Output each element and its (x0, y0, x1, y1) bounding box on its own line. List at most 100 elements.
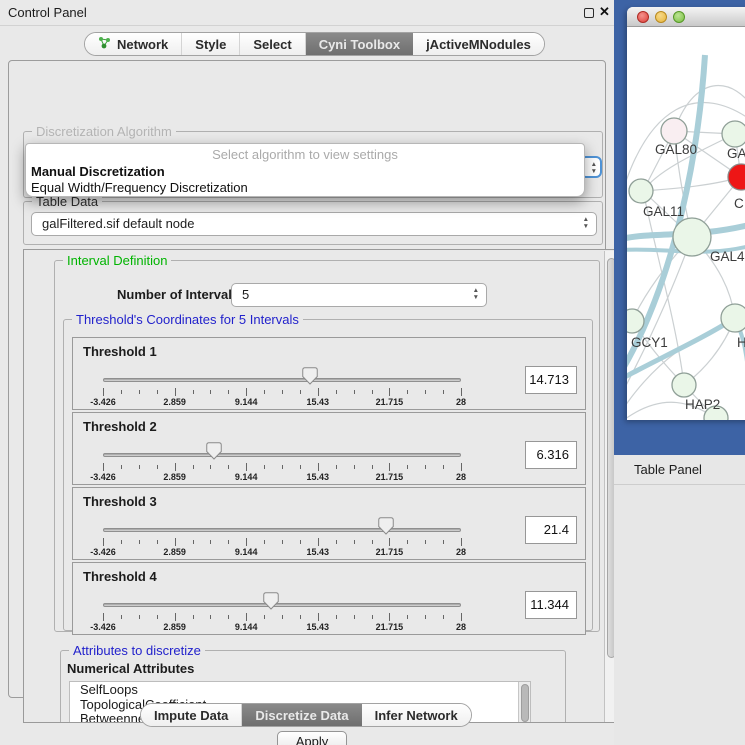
tick-mark (443, 540, 444, 544)
tick-mark (354, 540, 355, 544)
tick-mark (372, 465, 373, 469)
network-canvas[interactable]: GAL80GACGAL11GAL4GCY1HHAP2 (627, 27, 745, 420)
tick-mark (210, 390, 211, 394)
network-node-label: HAP2 (685, 397, 720, 412)
dropdown-option-manual-discretization[interactable]: Manual Discretization (31, 164, 165, 179)
network-node[interactable] (728, 164, 745, 190)
control-panel-titlebar: Control Panel ✕ (0, 0, 614, 26)
table-data-combobox[interactable]: galFiltered.sif default node ▲▼ (31, 212, 597, 236)
slider-thumb[interactable] (302, 367, 318, 385)
numerical-attributes-heading: Numerical Attributes (67, 661, 194, 676)
network-node[interactable] (661, 118, 687, 144)
tick-label: 28 (456, 622, 466, 632)
close-traffic-light-icon[interactable] (637, 11, 649, 23)
tick-mark (372, 540, 373, 544)
network-node-label: GCY1 (631, 335, 668, 350)
tick-mark (103, 613, 104, 621)
attribute-list-item[interactable]: SelfLoops (70, 682, 530, 697)
tick-label: -3.426 (90, 547, 116, 557)
tick-mark (175, 613, 176, 621)
tick-label: 2.859 (163, 397, 186, 407)
tick-mark (354, 465, 355, 469)
network-node[interactable] (722, 121, 745, 147)
network-node[interactable] (673, 218, 711, 256)
dropdown-option-equal-width-frequency[interactable]: Equal Width/Frequency Discretization (31, 180, 248, 195)
network-node-label: GAL4 (710, 249, 745, 264)
threshold-value-field[interactable]: 21.4 (525, 516, 577, 544)
minimize-traffic-light-icon[interactable] (655, 11, 667, 23)
tab-network-label: Network (117, 37, 168, 52)
tick-mark (389, 613, 390, 621)
tick-mark (157, 540, 158, 544)
tick-mark (175, 538, 176, 546)
tick-label: 15.43 (307, 397, 330, 407)
slider-thumb[interactable] (206, 442, 222, 460)
tab-infer-network[interactable]: Infer Network (362, 704, 471, 726)
dropdown-prompt: Select algorithm to view settings (26, 147, 584, 162)
window-title: Control Panel (8, 5, 87, 20)
tick-mark (282, 390, 283, 394)
zoom-traffic-light-icon[interactable] (673, 11, 685, 23)
network-node[interactable] (629, 179, 653, 203)
tab-select[interactable]: Select (240, 33, 305, 55)
tab-impute-data[interactable]: Impute Data (141, 704, 242, 726)
slider-thumb[interactable] (378, 517, 394, 535)
tick-mark (354, 390, 355, 394)
tick-mark (228, 465, 229, 469)
tab-discretize-data-label: Discretize Data (255, 708, 348, 723)
attributes-list-scrollbar-thumb[interactable] (521, 684, 529, 722)
slider-thumb[interactable] (263, 592, 279, 610)
tab-jactivemnodules[interactable]: jActiveMNodules (413, 33, 544, 55)
network-node[interactable] (672, 373, 696, 397)
slider-track[interactable] (103, 603, 461, 607)
slider-track[interactable] (103, 453, 461, 457)
tick-mark (121, 390, 122, 394)
threshold-slider[interactable]: -3.4262.8599.14415.4321.71528 (103, 563, 461, 636)
tab-network[interactable]: Network (85, 33, 182, 55)
tab-discretize-data[interactable]: Discretize Data (242, 704, 361, 726)
close-icon[interactable]: ✕ (599, 4, 610, 20)
algorithm-dropdown-popup: Select algorithm to view settings Manual… (25, 143, 585, 197)
network-node[interactable] (721, 304, 745, 332)
tick-mark (157, 390, 158, 394)
tick-mark (228, 615, 229, 619)
tick-mark (264, 615, 265, 619)
network-node[interactable] (627, 309, 644, 333)
table-panel-body: ⚙ ✔ ✔ shared… n YDL19…YDL1YDR27…YDR2YBR0… (614, 485, 745, 745)
tick-label: 28 (456, 547, 466, 557)
tick-mark (407, 390, 408, 394)
threshold-value-field[interactable]: 6.316 (525, 441, 577, 469)
slider-track[interactable] (103, 378, 461, 382)
tick-label: 28 (456, 472, 466, 482)
threshold-slider[interactable]: -3.4262.8599.14415.4321.71528 (103, 488, 461, 561)
tab-cyni-toolbox[interactable]: Cyni Toolbox (306, 33, 413, 55)
tick-label: 21.715 (376, 472, 404, 482)
tick-mark (193, 615, 194, 619)
tick-mark (407, 615, 408, 619)
network-window-titlebar[interactable] (627, 7, 745, 27)
threshold-slider[interactable]: -3.4262.8599.14415.4321.71528 (103, 338, 461, 411)
threshold-value-field[interactable]: 11.344 (525, 591, 577, 619)
tab-style[interactable]: Style (182, 33, 240, 55)
number-of-intervals-combobox[interactable]: 5 ▲▼ (231, 283, 487, 307)
network-view-window: GAL80GACGAL11GAL4GCY1HHAP2 (627, 7, 745, 420)
threshold-value-field[interactable]: 14.713 (525, 366, 577, 394)
tick-mark (103, 538, 104, 546)
attributes-list-scrollbar[interactable] (518, 682, 530, 723)
tick-mark (461, 463, 462, 471)
slider-track[interactable] (103, 528, 461, 532)
threshold-box-3: Threshold 3-3.4262.8599.14415.4321.71528… (72, 487, 586, 560)
float-window-icon[interactable] (584, 8, 594, 18)
threshold-slider[interactable]: -3.4262.8599.14415.4321.71528 (103, 413, 461, 486)
thresholds-coordinates-group-title: Threshold's Coordinates for 5 Intervals (72, 312, 303, 327)
tick-mark (282, 465, 283, 469)
tick-mark (425, 540, 426, 544)
tick-label: 15.43 (307, 472, 330, 482)
threshold-list: Threshold 1-3.4262.8599.14415.4321.71528… (72, 337, 586, 637)
apply-button[interactable]: Apply (277, 731, 347, 745)
tab-cyni-toolbox-label: Cyni Toolbox (319, 37, 400, 52)
threshold-box-1: Threshold 1-3.4262.8599.14415.4321.71528… (72, 337, 586, 410)
network-nodes (627, 118, 745, 420)
tick-mark (157, 465, 158, 469)
tick-mark (193, 540, 194, 544)
